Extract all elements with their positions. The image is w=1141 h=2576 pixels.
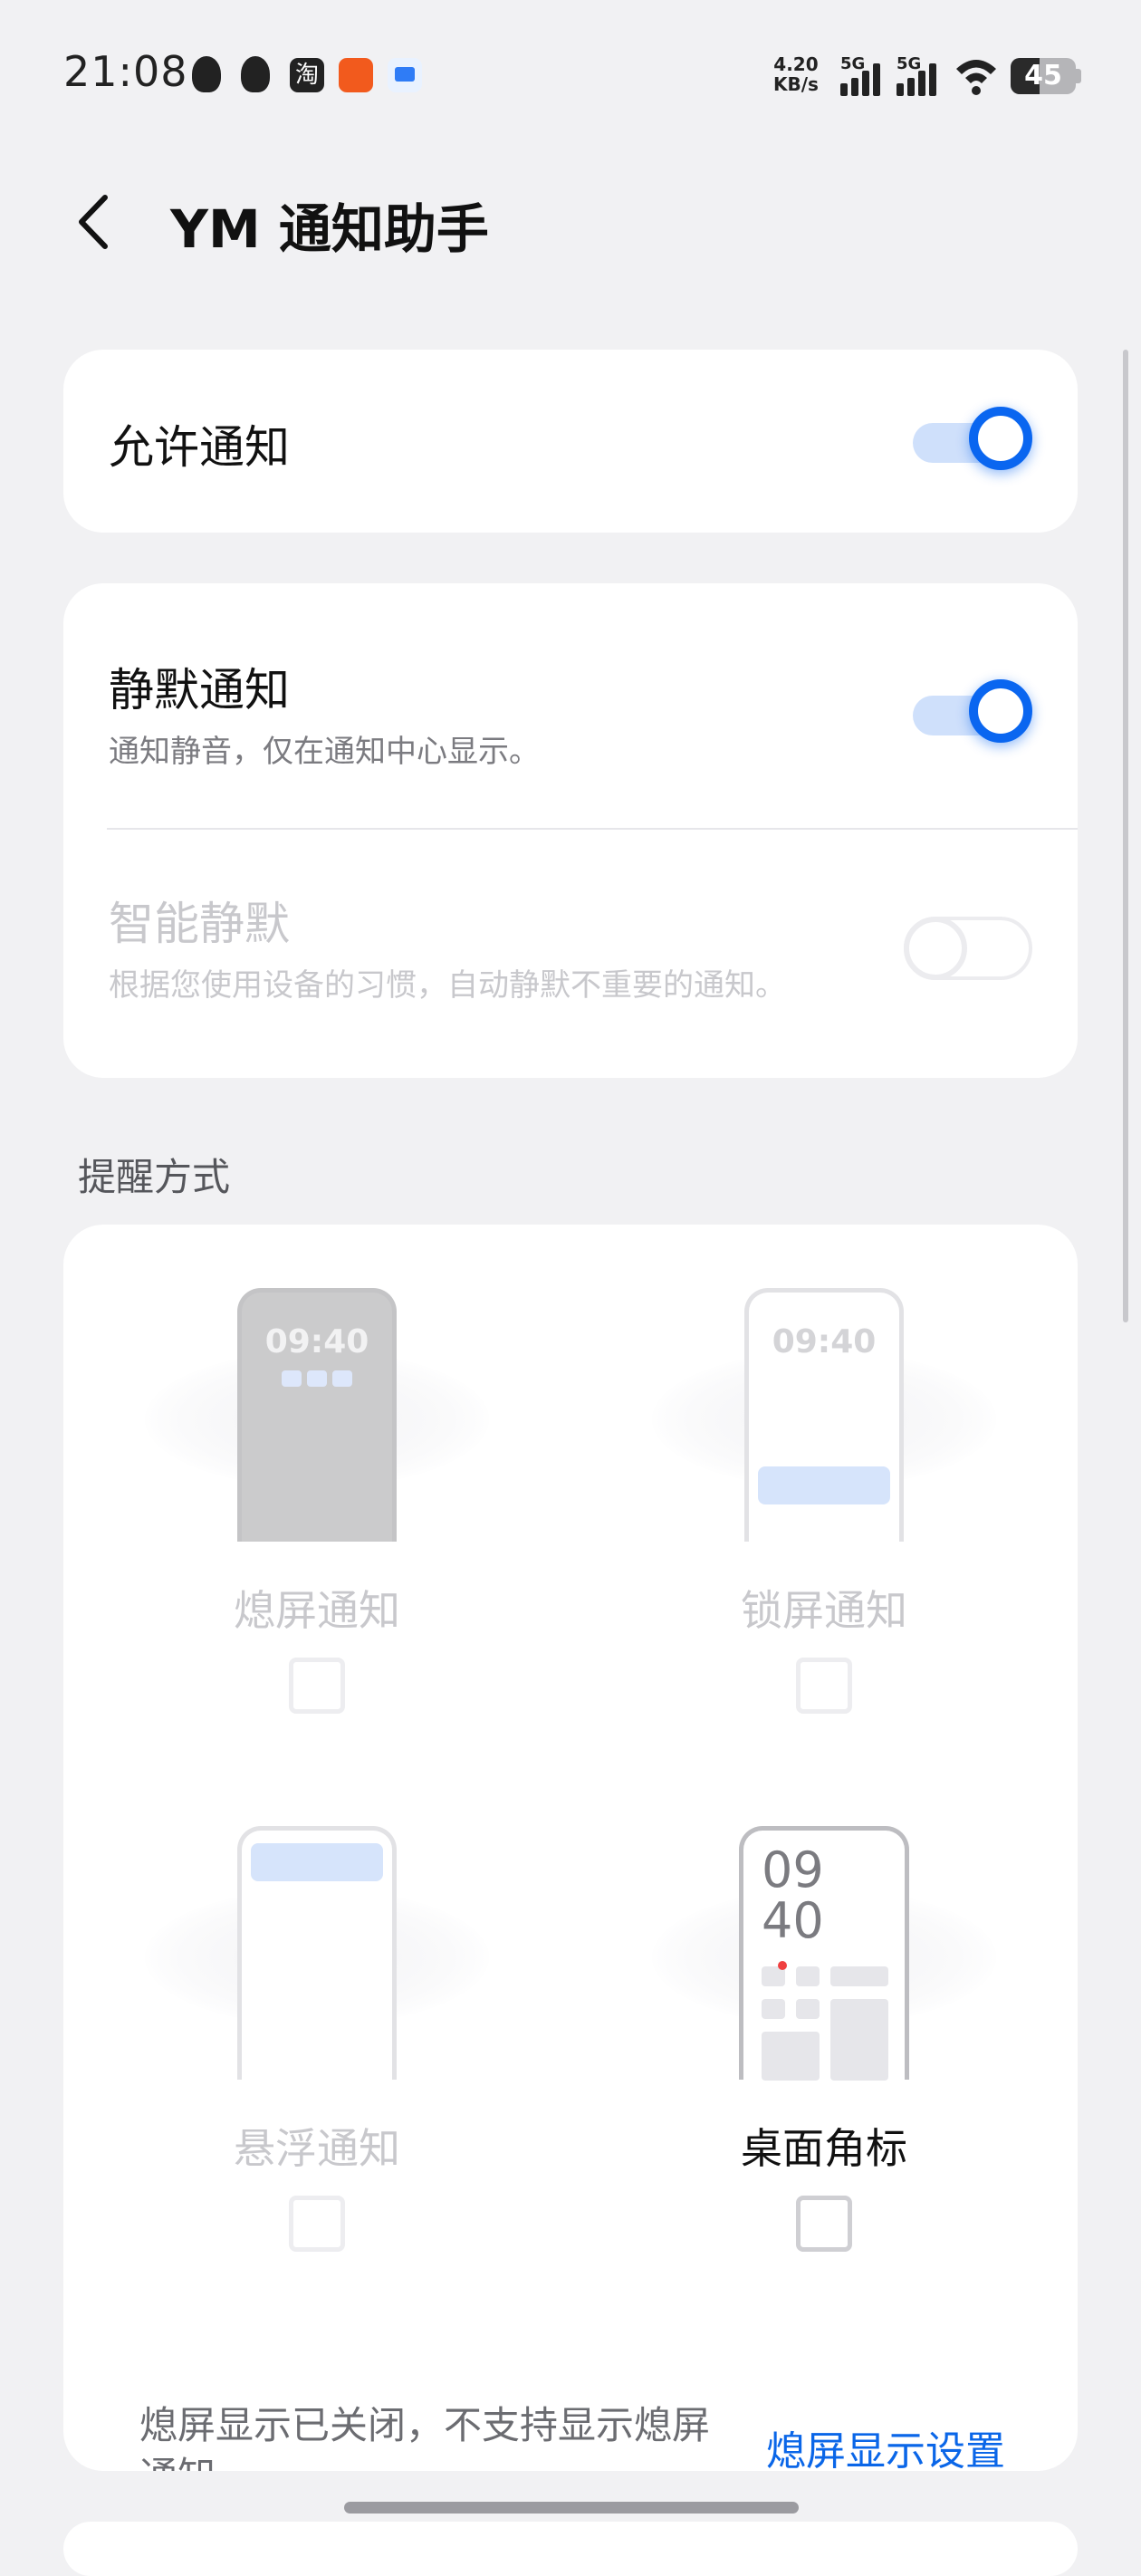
aod-notification-checkbox[interactable] [289,1658,345,1714]
sim1-signal-icon [840,60,882,96]
app-grid-tile [830,1966,888,1986]
battery-level: 45 [1024,60,1062,91]
silent-notification-label: 静默通知 [109,664,290,716]
app-grid-tile [796,1999,820,2019]
smart-silent-toggle[interactable] [904,906,1032,987]
network-speed-value: 4.20 [773,53,819,75]
aod-preview-icons [282,1370,358,1390]
qq-icon [192,56,221,92]
lockscreen-notification-checkbox[interactable] [796,1658,852,1714]
app-grid-widget [830,1999,888,2081]
lockscreen-preview-time: 09:40 [772,1323,877,1360]
smart-silent-label: 智能静默 [109,898,290,950]
wifi-icon [956,60,996,95]
silent-notification-desc: 通知静音，仅在通知中心显示。 [109,734,540,770]
app-badge-checkbox[interactable] [796,2196,852,2252]
taobao-icon: 淘 [290,58,324,92]
badge-preview-image: 09 40 [739,1826,909,2081]
app-grid-tile [796,1966,820,1986]
badge-dot [778,1961,787,1970]
page-title: YM 通知助手 [170,198,489,260]
reminder-options-card: 09:40 熄屏通知 09:40 锁屏通知 悬浮通知 09 40 桌面角标 熄屏… [63,1225,1078,2471]
badge-preview-hour: 09 [762,1841,824,1898]
battery-icon: 45 [1011,58,1076,94]
pinduoduo-icon [339,58,373,92]
floating-preview-banner [251,1843,383,1881]
option-app-badge[interactable]: 09 40 桌面角标 [570,1763,1078,2288]
network-speed: 4.20 KB/s [773,54,819,94]
app-grid-widget [762,2032,820,2081]
app-grid-tile [762,1999,785,2019]
badge-preview-time: 09 40 [762,1845,824,1946]
option-aod-notification[interactable]: 09:40 熄屏通知 [63,1225,570,1750]
option-floating-notification[interactable]: 悬浮通知 [63,1763,570,2288]
sim2-signal-icon [896,60,938,96]
network-speed-unit: KB/s [773,73,819,95]
badge-preview-minute: 40 [762,1892,824,1949]
next-card [63,2522,1078,2576]
option-lockscreen-notification[interactable]: 09:40 锁屏通知 [570,1225,1078,1750]
aod-preview-time: 09:40 [264,1323,369,1360]
message-app-icon [388,58,422,92]
aod-preview-image: 09:40 [237,1288,397,1542]
aod-notification-label: 熄屏通知 [234,1586,400,1635]
lockscreen-preview-image: 09:40 [744,1288,904,1542]
allow-notification-card: 允许通知 [63,350,1078,533]
battery-tip [1076,69,1081,83]
lockscreen-preview-banner [758,1466,890,1504]
allow-notification-label: 允许通知 [109,421,290,474]
home-indicator[interactable] [344,2502,799,2514]
reminder-section-label: 提醒方式 [78,1155,231,1199]
app-badge-label: 桌面角标 [741,2124,907,2173]
status-time: 21:08 [63,47,188,96]
floating-preview-image [237,1826,397,2080]
silent-card: 静默通知 通知静音，仅在通知中心显示。 智能静默 根据您使用设备的习惯，自动静默… [63,583,1078,1078]
scrollbar[interactable] [1123,350,1128,1322]
lockscreen-notification-label: 锁屏通知 [741,1586,907,1635]
silent-notification-toggle[interactable] [904,672,1032,754]
smart-silent-desc: 根据您使用设备的习惯，自动静默不重要的通知。 [109,967,786,1004]
allow-notification-toggle[interactable] [904,399,1032,481]
qq-icon [241,56,270,92]
back-arrow-icon[interactable] [71,190,121,254]
aod-disabled-note: 熄屏显示已关闭，不支持显示熄屏通知。 [139,2403,711,2471]
divider [107,828,1078,830]
floating-notification-label: 悬浮通知 [234,2124,400,2173]
aod-settings-link[interactable]: 熄屏显示设置 [766,2418,1005,2471]
floating-notification-checkbox[interactable] [289,2196,345,2252]
